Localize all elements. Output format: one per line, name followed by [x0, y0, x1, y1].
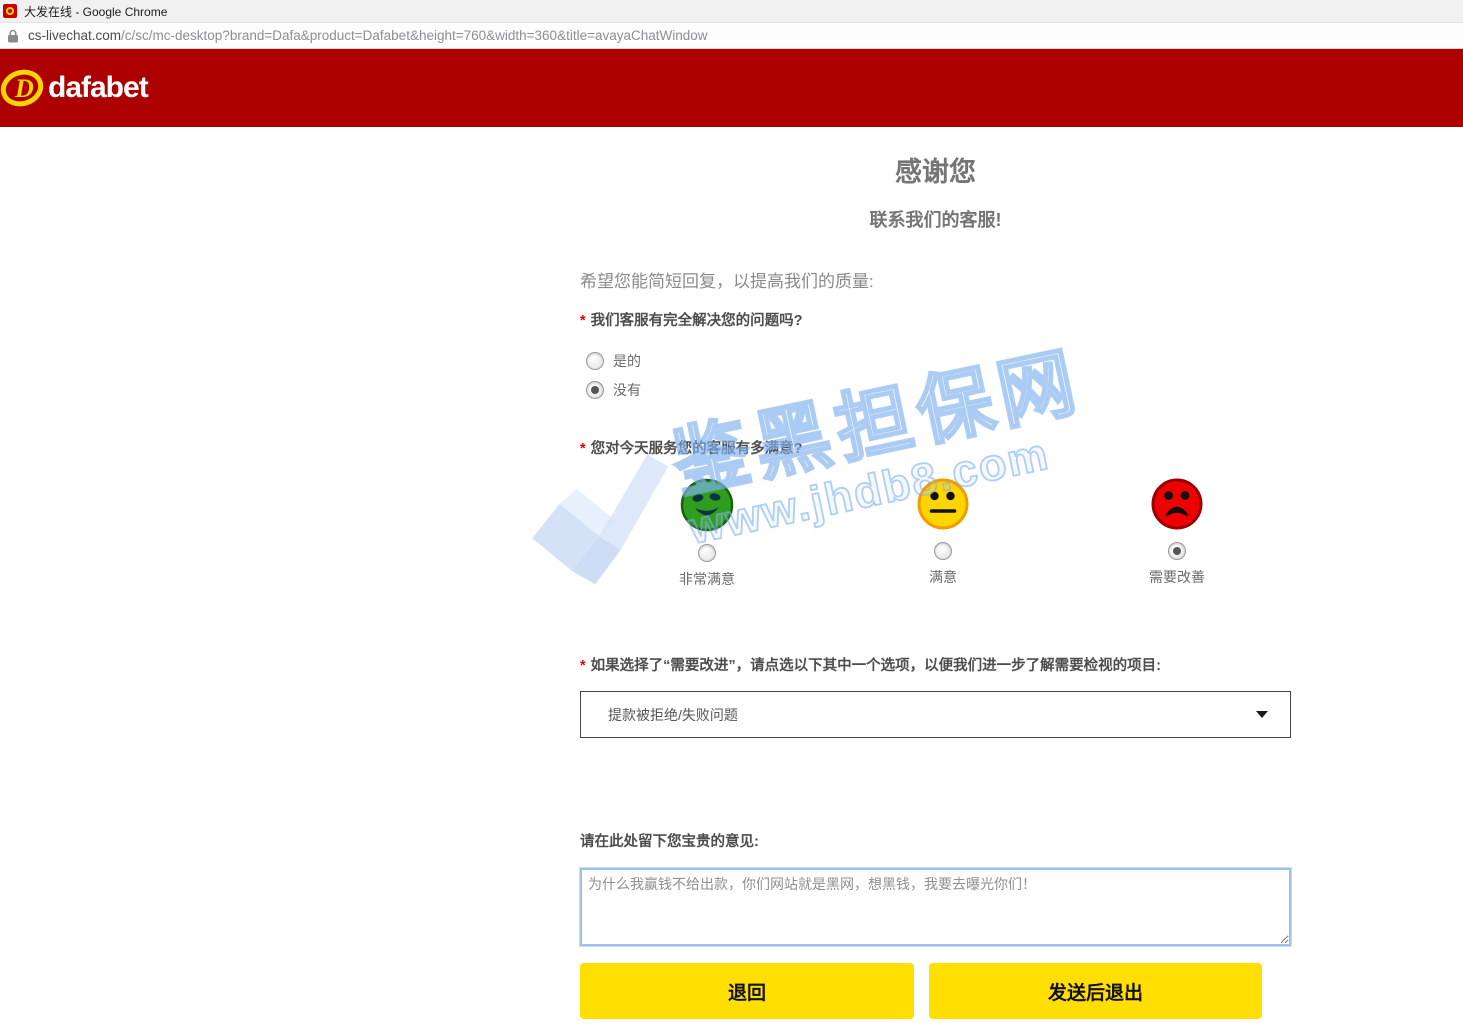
radio-option-yes[interactable]: 是的	[586, 351, 641, 371]
radio-yes-label[interactable]: 是的	[613, 351, 641, 371]
question-satisfaction-label: *您对今天服务您的客服有多满意?	[580, 437, 803, 458]
question-category-label: *如果选择了“需要改进”，请点选以下其中一个选项，以便我们进一步了解需要检视的项…	[580, 654, 1161, 675]
radio-very-satisfied[interactable]	[698, 544, 716, 562]
send-and-exit-button[interactable]: 发送后退出	[929, 963, 1262, 1019]
address-bar[interactable]: cs-livechat.com/c/sc/mc-desktop?brand=Da…	[0, 23, 1463, 49]
site-favicon	[3, 4, 17, 18]
issue-category-value: 提款被拒绝/失败问题	[608, 705, 1256, 725]
rating-very-satisfied[interactable]: 非常满意	[627, 478, 787, 589]
required-marker: *	[580, 313, 586, 329]
radio-no-label[interactable]: 没有	[613, 380, 641, 400]
lock-icon	[7, 29, 19, 43]
neutral-yellow-face-icon[interactable]	[917, 478, 969, 530]
window-title: 大发在线 - Google Chrome	[24, 3, 167, 20]
radio-needs-improvement[interactable]	[1168, 542, 1186, 560]
page-subtitle: 联系我们的客服!	[580, 206, 1291, 232]
issue-category-select[interactable]: 提款被拒绝/失败问题	[580, 691, 1291, 738]
radio-option-no[interactable]: 没有	[586, 380, 641, 400]
page-title: 感谢您	[580, 150, 1291, 189]
rating-needs-improvement[interactable]: 需要改善	[1097, 478, 1257, 587]
page-url[interactable]: cs-livechat.com/c/sc/mc-desktop?brand=Da…	[28, 28, 708, 43]
radio-satisfied[interactable]	[934, 542, 952, 560]
dafabet-logo: D dafabet	[0, 65, 148, 111]
happy-green-face-icon[interactable]	[680, 478, 734, 532]
url-domain: cs-livechat.com	[28, 28, 121, 43]
comment-textarea[interactable]: 为什么我赢钱不给出款，你们网站就是黑网，想黑钱，我要去曝光你们！	[580, 868, 1291, 946]
required-marker: *	[580, 658, 586, 674]
chevron-down-icon	[1256, 711, 1268, 718]
radio-no[interactable]	[586, 381, 604, 399]
radio-yes[interactable]	[586, 352, 604, 370]
window-titlebar: 大发在线 - Google Chrome	[0, 0, 1463, 23]
rating-label-satisfied[interactable]: 满意	[929, 567, 957, 587]
svg-text:D: D	[14, 74, 34, 103]
intro-text: 希望您能简短回复，以提高我们的质量:	[580, 267, 874, 292]
comment-label: 请在此处留下您宝贵的意见:	[580, 830, 759, 851]
required-marker: *	[580, 441, 586, 457]
rating-label-needs-improvement[interactable]: 需要改善	[1149, 567, 1205, 587]
sad-red-face-icon[interactable]	[1151, 478, 1203, 530]
back-button[interactable]: 退回	[580, 963, 914, 1019]
rating-label-very-satisfied[interactable]: 非常满意	[679, 569, 735, 589]
url-path: /c/sc/mc-desktop?brand=Dafa&product=Dafa…	[121, 28, 708, 43]
dafabet-wordmark: dafabet	[48, 71, 148, 105]
rating-satisfied[interactable]: 满意	[863, 478, 1023, 587]
question-resolved-label: *我们客服有完全解决您的问题吗?	[580, 309, 803, 330]
brand-header: D dafabet	[0, 49, 1463, 127]
dafabet-logo-icon: D	[0, 65, 46, 111]
